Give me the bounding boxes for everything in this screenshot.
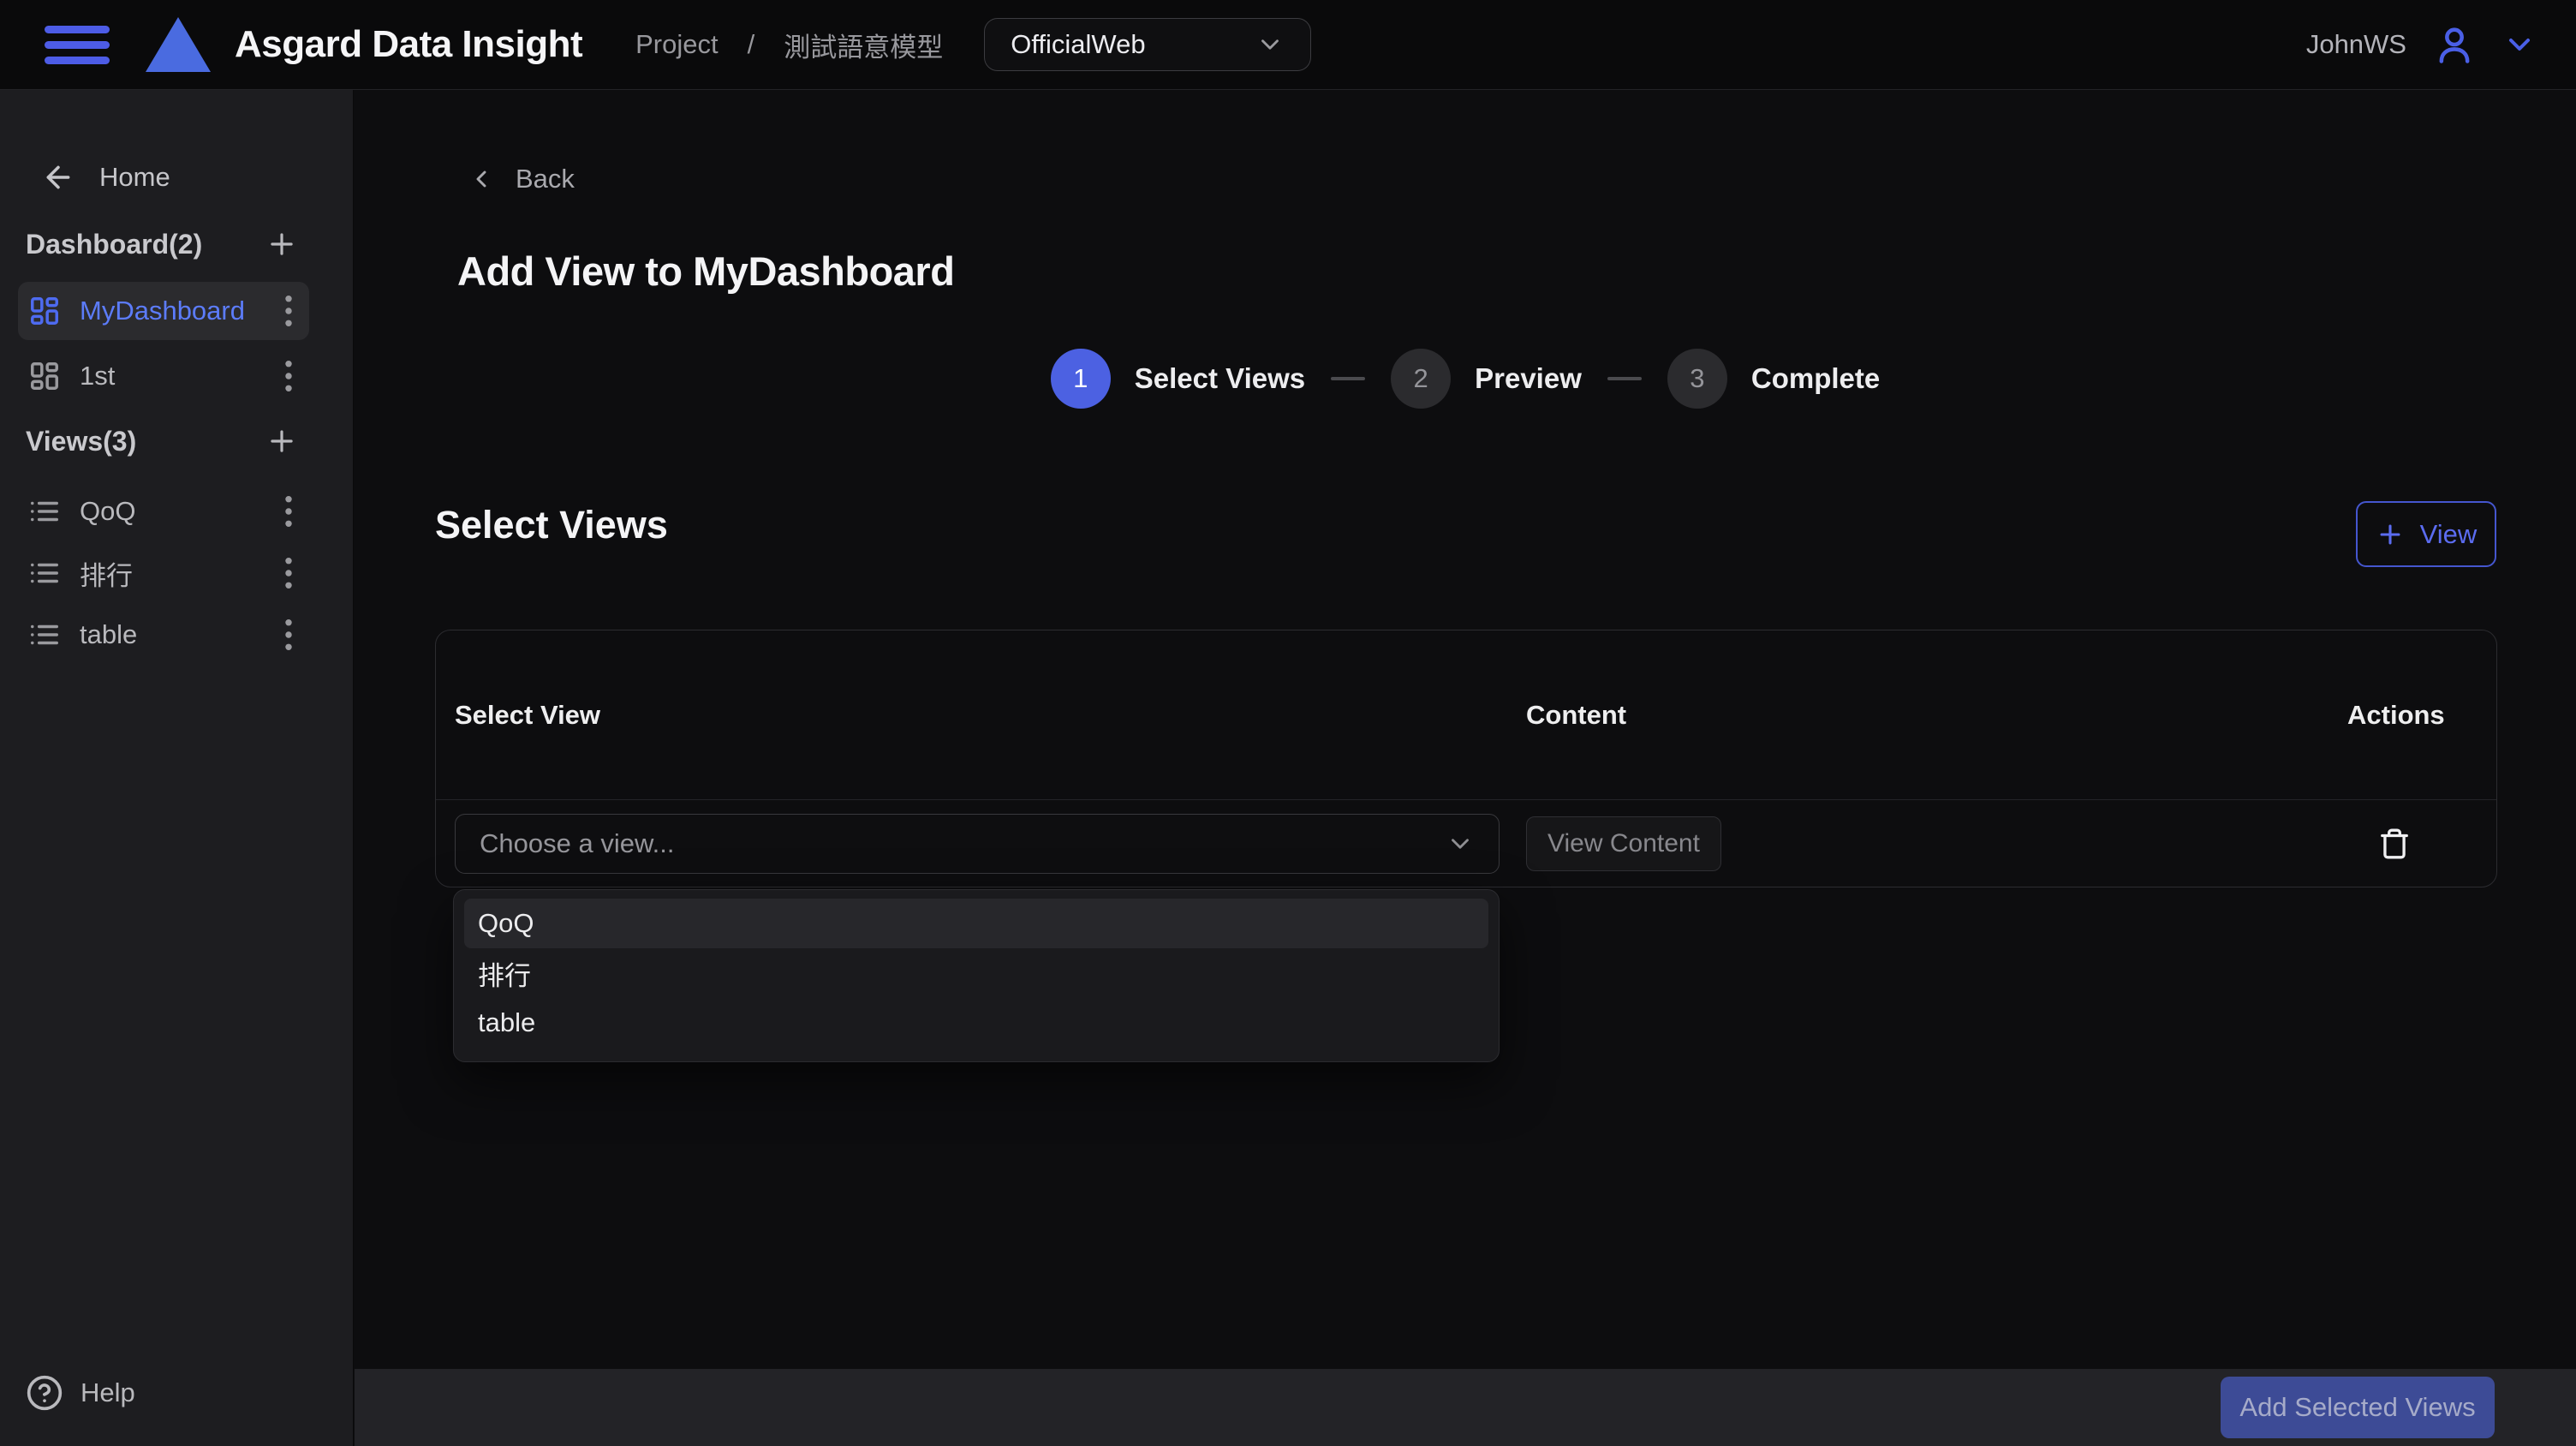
sidebar-item-label: table [80,619,265,650]
step-label: Complete [1751,362,1880,395]
sidebar-item-label: 排行 [80,554,265,593]
view-dropdown-menu: QoQ 排行 table [453,889,1500,1062]
user-menu-chevron-icon[interactable] [2502,27,2537,62]
dashboard-icon [28,295,61,327]
step-label: Select Views [1135,362,1305,395]
sidebar-item-1st[interactable]: 1st [18,347,309,405]
dropdown-option-label: QoQ [478,908,534,939]
add-view-button-label: View [2420,519,2478,550]
project-select-value: OfficialWeb [1011,29,1145,60]
sidebar-item-rank[interactable]: 排行 [18,544,309,602]
step-preview: 2 Preview [1391,349,1582,409]
sidebar-home-link[interactable]: Home [41,160,170,194]
main-content: Back Add View to MyDashboard 1 Select Vi… [355,90,2576,1369]
step-number: 1 [1051,349,1111,409]
column-header-actions: Actions [2347,700,2442,731]
app-logo-icon [146,17,211,72]
dropdown-option-label: 排行 [478,954,531,993]
view-select-placeholder: Choose a view... [480,828,674,859]
add-selected-views-label: Add Selected Views [2239,1392,2475,1423]
stepper: 1 Select Views 2 Preview 3 Complete [355,349,2576,409]
user-name: JohnWS [2306,29,2406,60]
app-title: Asgard Data Insight [235,23,582,66]
user-icon[interactable] [2432,22,2477,67]
table-header-row: Select View Content Actions [436,630,2496,800]
delete-row-button[interactable] [2378,828,2411,860]
step-number: 2 [1391,349,1451,409]
project-select[interactable]: OfficialWeb [984,18,1311,71]
step-connector [1607,377,1642,380]
sidebar-help-label: Help [80,1377,135,1408]
arrow-left-icon [41,160,75,194]
sidebar-item-table[interactable]: table [18,606,309,664]
select-views-table: Select View Content Actions Choose a vie… [435,630,2497,887]
view-content-button[interactable]: View Content [1526,816,1721,871]
view-select-dropdown[interactable]: Choose a view... [455,814,1500,874]
sidebar-section-views: Views(3) [26,424,298,458]
column-header-content: Content [1526,700,2347,731]
topbar-user-area: JohnWS [2306,22,2537,67]
step-number: 3 [1667,349,1727,409]
plus-icon [2376,520,2405,549]
breadcrumb-section[interactable]: Project [635,29,718,60]
add-view-button[interactable]: View [2356,501,2496,567]
chevron-left-icon [468,165,495,193]
step-label: Preview [1475,362,1582,395]
table-row: Choose a view... View Content [436,800,2496,887]
sidebar-home-label: Home [99,162,170,193]
kebab-menu-icon[interactable] [283,618,294,652]
kebab-menu-icon[interactable] [283,556,294,590]
step-complete: 3 Complete [1667,349,1880,409]
sidebar: Home Dashboard(2) MyDashboard 1st Views(… [0,90,354,1446]
kebab-menu-icon[interactable] [283,494,294,529]
add-view-icon[interactable] [265,425,298,457]
dropdown-option-label: table [478,1007,535,1038]
sidebar-item-qoq[interactable]: QoQ [18,482,309,541]
back-button[interactable]: Back [468,164,575,194]
footer-action-bar: Add Selected Views [355,1369,2576,1446]
list-icon [28,557,61,589]
menu-icon[interactable] [45,25,110,64]
sidebar-item-label: 1st [80,361,265,391]
back-label: Back [516,164,575,194]
kebab-menu-icon[interactable] [283,294,294,328]
chevron-down-icon [1255,30,1285,59]
trash-icon [2378,828,2411,860]
column-header-select-view: Select View [455,700,1526,731]
dashboard-icon [28,360,61,392]
breadcrumb-page[interactable]: 測試語意模型 [784,26,943,64]
help-circle-icon [26,1374,63,1412]
list-icon [28,495,61,528]
step-select-views: 1 Select Views [1051,349,1305,409]
list-icon [28,618,61,651]
sidebar-help-link[interactable]: Help [26,1374,135,1412]
sidebar-section-dashboards: Dashboard(2) [26,227,298,261]
section-title: Select Views [435,503,668,547]
view-content-button-label: View Content [1547,829,1700,858]
step-connector [1331,377,1365,380]
dashboard-section-label: Dashboard(2) [26,229,202,260]
chevron-down-icon [1446,829,1475,858]
sidebar-item-mydashboard[interactable]: MyDashboard [18,282,309,340]
breadcrumb: Project / 測試語意模型 [635,26,943,64]
views-section-label: Views(3) [26,426,136,457]
sidebar-item-label: QoQ [80,496,265,527]
page-title: Add View to MyDashboard [457,248,954,295]
breadcrumb-separator: / [748,29,755,60]
dropdown-option-table[interactable]: table [464,998,1488,1048]
sidebar-item-label: MyDashboard [80,296,265,326]
dropdown-option-qoq[interactable]: QoQ [464,899,1488,948]
topbar: Asgard Data Insight Project / 測試語意模型 Off… [0,0,2576,90]
kebab-menu-icon[interactable] [283,359,294,393]
add-selected-views-button[interactable]: Add Selected Views [2221,1377,2495,1438]
add-dashboard-icon[interactable] [265,228,298,260]
dropdown-option-rank[interactable]: 排行 [464,948,1488,998]
